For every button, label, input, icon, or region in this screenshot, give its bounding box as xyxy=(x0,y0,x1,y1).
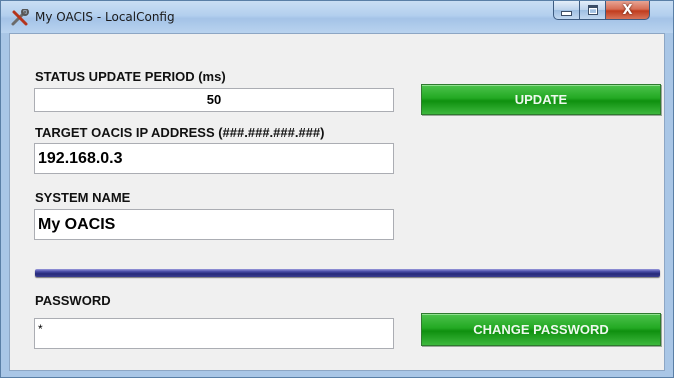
maximize-button[interactable] xyxy=(579,1,606,20)
section-divider xyxy=(35,269,660,277)
minimize-icon xyxy=(561,10,572,16)
update-button[interactable]: UPDATE xyxy=(421,84,661,115)
maximize-icon xyxy=(587,5,598,15)
title-bar[interactable]: My OACIS - LocalConfig X xyxy=(1,1,673,33)
target-ip-label: TARGET OACIS IP ADDRESS (###.###.###.###… xyxy=(35,125,325,140)
close-icon: X xyxy=(622,2,633,18)
app-window: My OACIS - LocalConfig X STATUS UPDATE P… xyxy=(0,0,674,378)
target-ip-input[interactable]: 192.168.0.3 xyxy=(34,143,394,174)
status-period-label: STATUS UPDATE PERIOD (ms) xyxy=(35,69,226,84)
password-input[interactable]: * xyxy=(34,318,394,349)
status-period-input[interactable]: 50 xyxy=(34,88,394,112)
change-password-button[interactable]: CHANGE PASSWORD xyxy=(421,313,661,346)
window-title: My OACIS - LocalConfig xyxy=(35,10,175,24)
minimize-button[interactable] xyxy=(553,1,580,20)
tools-icon xyxy=(11,9,29,26)
system-name-label: SYSTEM NAME xyxy=(35,190,131,205)
system-name-input[interactable]: My OACIS xyxy=(34,209,394,240)
password-label: PASSWORD xyxy=(35,293,111,308)
close-button[interactable]: X xyxy=(605,1,650,20)
config-panel: STATUS UPDATE PERIOD (ms) 50 UPDATE TARG… xyxy=(9,33,665,371)
